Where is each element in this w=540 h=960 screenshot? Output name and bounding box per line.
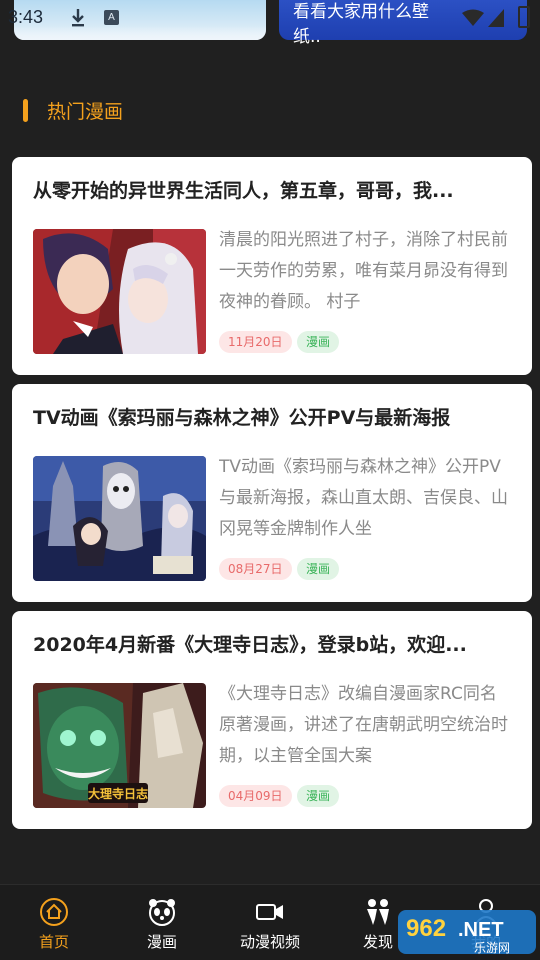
date-tag: 11月20日 <box>219 331 292 353</box>
nav-item-home[interactable]: 首页 <box>0 885 108 960</box>
section-title: 热门漫画 <box>47 101 124 123</box>
video-camera-icon <box>256 904 283 920</box>
top-area: 看看大家用什么壁纸.. 3:43 A <box>0 0 540 50</box>
battery-icon <box>518 6 530 28</box>
card-excerpt: 《大理寺日志》改编自漫画家RC同名原著漫画，讲述了在唐朝武明空统治时期，以主管全… <box>219 684 508 766</box>
card-thumbnail <box>33 229 206 354</box>
people-icon <box>367 899 389 925</box>
nav-label: 漫画 <box>146 933 177 951</box>
category-tag: 漫画 <box>297 331 340 353</box>
card-title: 从零开始的异世界生活同人，第五章，哥哥，我... <box>33 180 454 202</box>
svg-text:.NET: .NET <box>458 919 504 941</box>
nav-item-videos[interactable]: 动漫视频 <box>216 885 324 960</box>
section-accent-bar <box>23 99 28 122</box>
panda-icon <box>149 899 175 926</box>
nav-item-comics[interactable]: 漫画 <box>108 885 216 960</box>
card-title: 2020年4月新番《大理寺日志》，登录b站，欢迎... <box>33 634 467 656</box>
download-icon <box>72 9 84 27</box>
category-tag: 漫画 <box>297 558 340 580</box>
svg-text:962: 962 <box>406 915 446 942</box>
card-thumbnail-image <box>33 229 206 354</box>
nav-label: 首页 <box>38 933 69 951</box>
svg-text:大理寺日志: 大理寺日志 <box>88 786 148 801</box>
card-thumbnail-image: 大理寺日志 <box>33 683 206 808</box>
signal-icon <box>488 9 504 27</box>
wifi-icon <box>462 9 484 26</box>
date-tag: 08月27日 <box>219 558 292 580</box>
home-icon <box>40 898 68 926</box>
card-excerpt: TV动画《索玛丽与森林之神》公开PV与最新海报，森山直太朗、吉俣良、山冈晃等金牌… <box>219 457 508 539</box>
watermark-logo: 962 .NET 乐游网 <box>398 910 536 955</box>
card-thumbnail-image <box>33 456 206 581</box>
article-card[interactable]: TV动画《索玛丽与森林之神》公开PV与最新海报 TV动画《索玛丽与森林之神》公开… <box>12 384 532 602</box>
card-thumbnail: 大理寺日志 <box>33 683 206 808</box>
status-time: 3:43 <box>8 7 44 27</box>
card-title: TV动画《索玛丽与森林之神》公开PV与最新海报 <box>33 407 451 429</box>
svg-text:乐游网: 乐游网 <box>474 941 510 955</box>
article-card[interactable]: 2020年4月新番《大理寺日志》，登录b站，欢迎... 大理寺日志 《大理寺日志… <box>12 611 532 829</box>
card-thumbnail <box>33 456 206 581</box>
category-tag: 漫画 <box>297 785 340 807</box>
card-excerpt: 清晨的阳光照进了村子，消除了村民前一天劳作的劳累，唯有菜月昴没有得到夜神的眷顾。… <box>219 230 508 312</box>
banner-right-text: 看看大家用什么壁纸.. <box>293 2 429 47</box>
notification-a-icon: A <box>104 10 119 25</box>
date-tag: 04月09日 <box>219 785 292 807</box>
banner-left[interactable] <box>14 0 266 40</box>
article-card[interactable]: 从零开始的异世界生活同人，第五章，哥哥，我... 清晨的阳光照进了村子，消除了村… <box>12 157 532 375</box>
nav-label: 动漫视频 <box>239 933 300 951</box>
